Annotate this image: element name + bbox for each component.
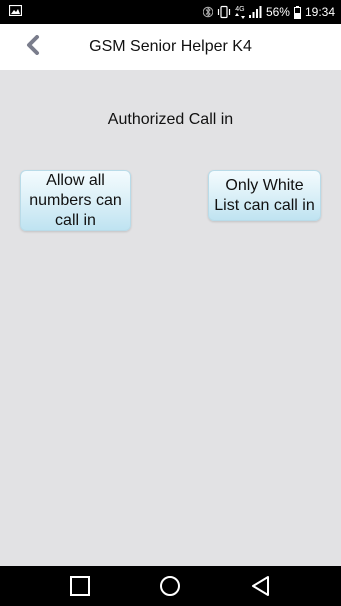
status-bar: 4G 56% 19:34 — [0, 0, 341, 24]
page-title: GSM Senior Helper K4 — [89, 38, 252, 55]
navigation-bar — [0, 566, 341, 606]
back-nav-icon[interactable] — [249, 574, 273, 598]
app-header: GSM Senior Helper K4 — [0, 24, 341, 70]
section-heading: Authorized Call in — [107, 111, 234, 128]
vibrate-icon — [217, 5, 231, 19]
recents-icon[interactable] — [68, 574, 92, 598]
battery-percent: 56% — [265, 5, 290, 19]
signal-icon — [248, 6, 262, 18]
battery-icon — [293, 5, 301, 19]
network-4g-icon: 4G — [234, 6, 245, 19]
bluetooth-icon — [202, 5, 213, 19]
white-list-only-button[interactable]: Only White List can call in — [208, 170, 321, 221]
allow-all-numbers-button[interactable]: Allow all numbers can call in — [20, 170, 131, 231]
clock: 19:34 — [304, 5, 335, 19]
image-icon — [8, 3, 23, 21]
home-icon[interactable] — [158, 574, 182, 598]
